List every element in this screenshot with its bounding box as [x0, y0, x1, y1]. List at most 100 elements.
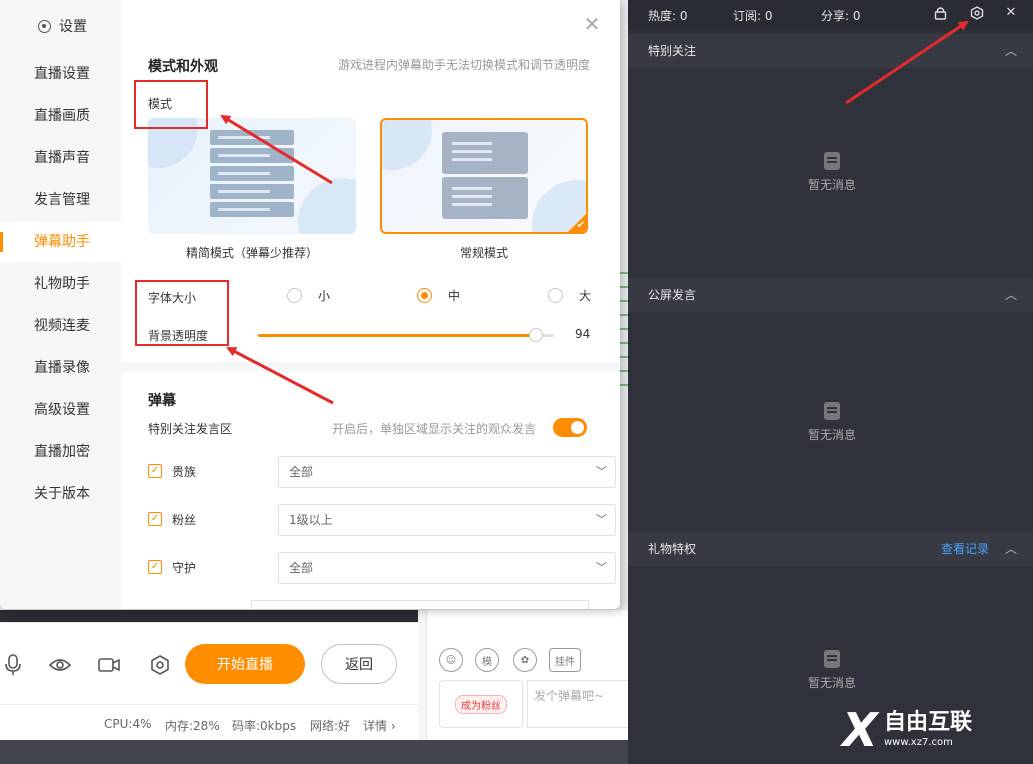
taskbar-strip: [0, 740, 628, 764]
special-follow-section-header[interactable]: 特别关注 ︿: [628, 34, 1033, 68]
filter-row-fans: ✓ 粉丝 1级以上 ﹀: [148, 504, 618, 536]
sidebar-item-0[interactable]: 直播设置: [0, 54, 121, 94]
sidebar-item-1[interactable]: 直播画质: [0, 96, 121, 136]
noble-checkbox[interactable]: ✓: [148, 464, 162, 478]
appearance-hint: 游戏进程内弹幕助手无法切换模式和调节透明度: [337, 58, 590, 72]
card-decoration: [382, 120, 432, 170]
section-divider: [121, 362, 620, 372]
chevron-up-icon[interactable]: ︿: [1005, 278, 1017, 312]
guard-checkbox[interactable]: ✓: [148, 560, 162, 574]
sidebar-item-10[interactable]: 关于版本: [0, 474, 121, 514]
smile-icon[interactable]: ☺: [439, 648, 463, 672]
special-follow-title: 特别关注: [648, 44, 697, 58]
watermark-name: 自由互联: [884, 710, 973, 735]
empty-state: 暂无消息: [808, 402, 856, 443]
empty-state: 暂无消息: [808, 650, 856, 691]
noble-select-value: 全部: [289, 465, 314, 479]
view-record-link[interactable]: 查看记录: [941, 532, 989, 566]
status-bar: CPU:4% 内存:28% 码率:0kbps 网络:好 详情 ›: [0, 704, 418, 740]
guard-label: 守护: [172, 561, 197, 575]
empty-state: 暂无消息: [808, 152, 856, 193]
mode-simple-label: 精简模式（弹幕少推荐）: [185, 246, 318, 260]
sidebar-item-8[interactable]: 高级设置: [0, 390, 121, 430]
close-icon[interactable]: ✕: [582, 14, 602, 34]
filter-row-guard: ✓ 守护 全部 ﹀: [148, 552, 618, 584]
opacity-value: 94: [575, 327, 591, 341]
microphone-icon[interactable]: [0, 652, 26, 678]
sidebar-item-5[interactable]: 礼物助手: [0, 264, 121, 304]
lock-icon[interactable]: [933, 6, 947, 20]
font-size-small-label: 小: [318, 289, 331, 303]
watermark-logo-icon: X: [842, 703, 878, 757]
chevron-down-icon: ﹀: [596, 561, 607, 574]
sidebar-item-2[interactable]: 直播声音: [0, 138, 121, 178]
filter-row-noble: ✓ 贵族 全部 ﹀: [148, 456, 618, 488]
sidebar-item-7[interactable]: 直播录像: [0, 348, 121, 388]
sticker-icon[interactable]: 模: [475, 648, 499, 672]
public-chat-title: 公屏发言: [648, 288, 697, 302]
check-icon: ✔: [576, 220, 585, 231]
noble-select[interactable]: 全部 ﹀: [278, 456, 616, 488]
font-size-medium-label: 中: [448, 289, 461, 303]
chevron-down-icon: ﹀: [596, 465, 607, 478]
cpu-usage: CPU:4%: [104, 717, 152, 731]
fans-checkbox[interactable]: ✓: [148, 512, 162, 526]
preview-bottom-bar: [0, 610, 418, 622]
settings-sidebar: 设置 直播设置 直播画质 直播声音 发言管理 弹幕助手 礼物助手 视频连麦 直播录像 高级设置直…: [0, 0, 121, 609]
fans-select-value: 1级以上: [289, 513, 333, 527]
stats-bar: 热度: 0 订阅: 0 分享: 0 ✕: [628, 0, 1033, 30]
font-size-medium-radio[interactable]: 中: [417, 287, 460, 304]
dialog-title-text: 设置: [59, 19, 87, 35]
settings-gear-icon[interactable]: [970, 6, 984, 20]
sidebar-item-4[interactable]: 弹幕助手: [0, 222, 121, 262]
fans-select[interactable]: 1级以上 ﹀: [278, 504, 616, 536]
simple-mode-preview: [210, 130, 294, 220]
close-icon[interactable]: ✕: [1004, 6, 1018, 20]
mode-normal-label: 常规模式: [459, 246, 508, 260]
eye-icon[interactable]: [47, 652, 73, 678]
watermark-text-block: 自由互联 www.xz7.com: [884, 711, 972, 749]
details-link[interactable]: 详情 ›: [363, 717, 396, 734]
site-watermark: X 自由互联 www.xz7.com: [836, 702, 1026, 758]
network-status: 网络:好: [310, 719, 351, 733]
opacity-slider[interactable]: [258, 328, 554, 342]
font-size-large-label: 大: [579, 289, 592, 303]
back-button[interactable]: 返回: [321, 644, 397, 684]
chevron-down-icon: ﹀: [596, 513, 607, 526]
empty-text: 暂无消息: [808, 676, 857, 690]
gift-section-title: 礼物特权: [648, 542, 697, 556]
mode-card-simple[interactable]: [148, 118, 356, 234]
font-size-large-radio[interactable]: 大: [548, 287, 591, 304]
memory-usage: 内存:28%: [165, 719, 220, 733]
sidebar-item-3[interactable]: 发言管理: [0, 180, 121, 220]
radio-dot: [548, 288, 563, 303]
bitrate: 码率:0kbps: [232, 719, 297, 733]
empty-text: 暂无消息: [808, 428, 857, 442]
card-decoration: [298, 178, 356, 234]
camera-icon[interactable]: [96, 652, 122, 678]
radio-dot: [287, 288, 302, 303]
special-follow-toggle[interactable]: [553, 418, 587, 437]
palette-icon[interactable]: ✿: [513, 648, 537, 672]
danmaku-input[interactable]: 发个弹幕吧~: [527, 680, 629, 728]
start-live-button[interactable]: 开始直播: [185, 644, 305, 684]
sidebar-item-9[interactable]: 直播加密: [0, 432, 121, 472]
opacity-slider-fill: [258, 334, 537, 337]
chevron-up-icon[interactable]: ︿: [1005, 532, 1017, 566]
heat-stat: 热度: 0: [648, 9, 688, 23]
mode-card-normal[interactable]: ✔: [380, 118, 588, 234]
become-fan-badge[interactable]: 成为粉丝: [439, 680, 523, 728]
public-chat-section-header[interactable]: 公屏发言 ︿: [628, 278, 1033, 312]
font-size-small-radio[interactable]: 小: [287, 287, 330, 304]
plugin-icon[interactable]: 挂件: [549, 648, 581, 672]
gift-section-header[interactable]: 礼物特权 查看记录 ︿: [628, 532, 1033, 566]
guard-select[interactable]: 全部 ﹀: [278, 552, 616, 584]
sidebar-item-6[interactable]: 视频连麦: [0, 306, 121, 346]
watermark-url: www.xz7.com: [884, 737, 953, 748]
opacity-slider-thumb[interactable]: [529, 328, 544, 342]
empty-text: 暂无消息: [808, 178, 857, 192]
chat-input-panel: ☺ 模 ✿ 挂件 成为粉丝 发个弹幕吧~: [426, 610, 629, 740]
settings-gear-icon[interactable]: [147, 652, 173, 678]
chevron-up-icon[interactable]: ︿: [1005, 34, 1017, 68]
annotation-box-mode: [134, 80, 208, 129]
